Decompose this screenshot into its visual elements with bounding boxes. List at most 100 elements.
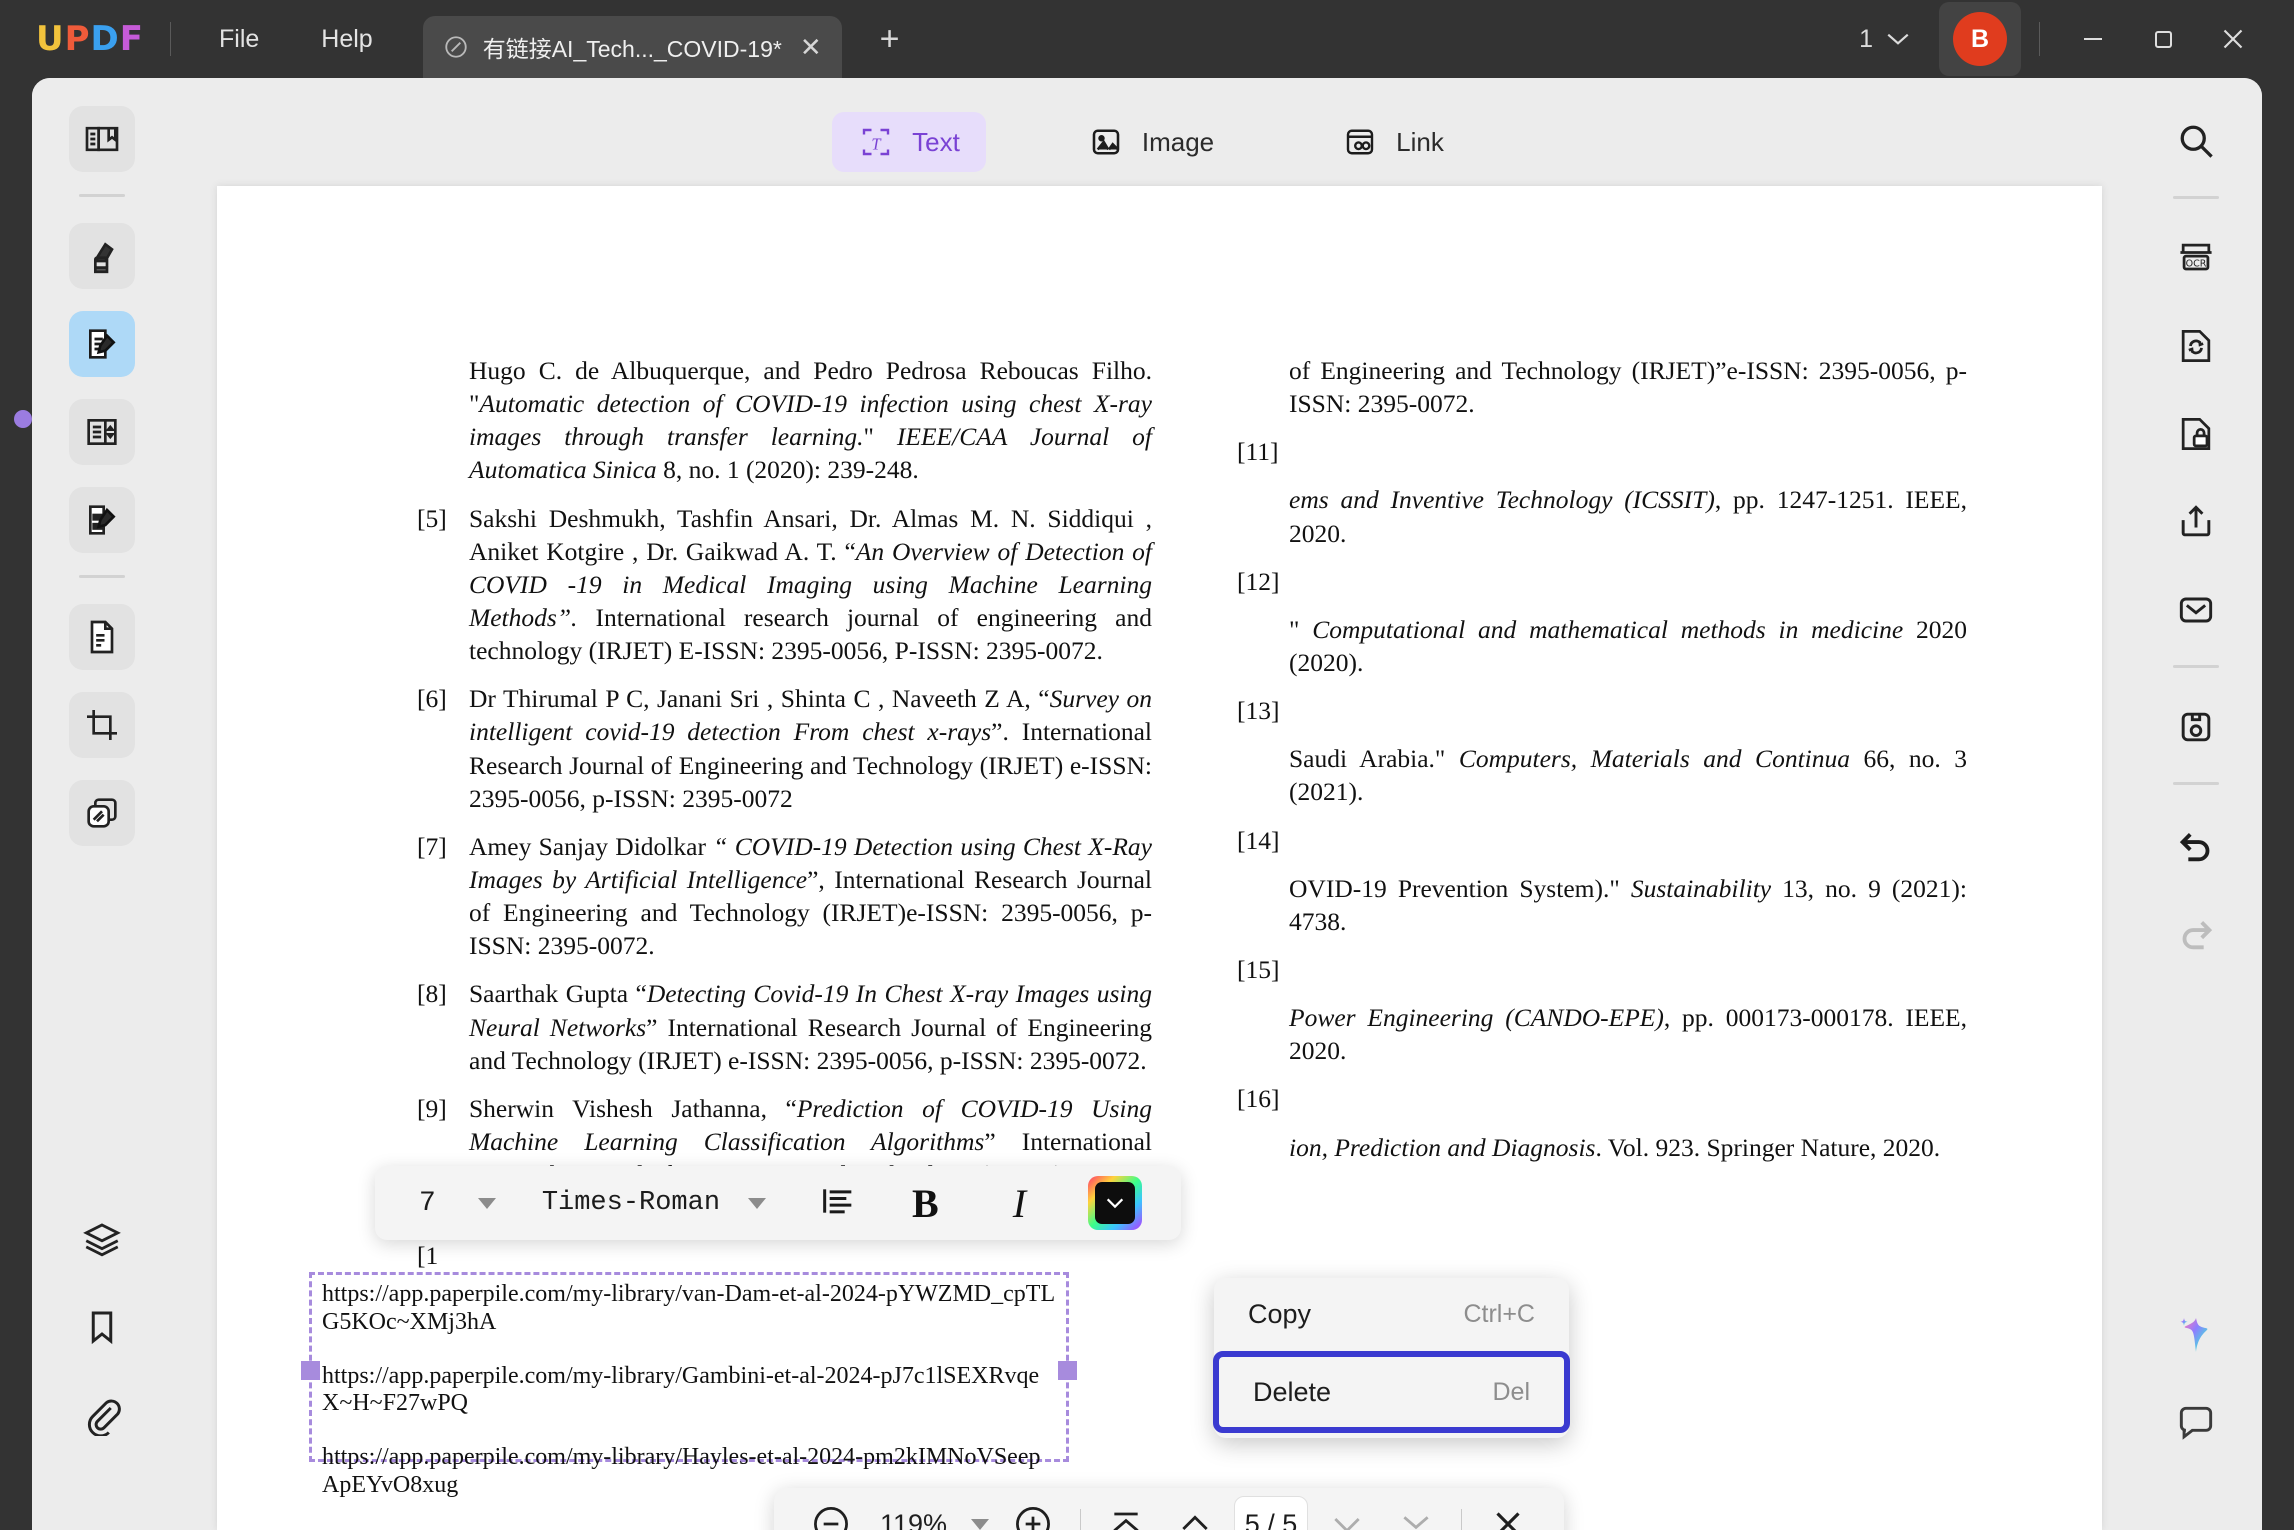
sidebar-item-organize-pages[interactable]	[32, 399, 172, 465]
reference-number: [6]	[417, 684, 447, 714]
maximize-button[interactable]	[2128, 9, 2198, 69]
text-edit-icon: T	[862, 128, 890, 156]
reference-entry[interactable]: [1	[417, 1239, 1152, 1272]
reference-entry[interactable]: [16]	[1237, 1082, 1967, 1115]
sidebar-collapse-handle[interactable]	[0, 358, 34, 478]
reference-entry[interactable]: " Computational and mathematical methods…	[1237, 613, 1967, 679]
context-menu-item-copy[interactable]: Copy Ctrl+C	[1214, 1278, 1569, 1351]
tab-close-icon[interactable]: ✕	[796, 34, 826, 60]
sidebar-item-layers[interactable]	[32, 1206, 172, 1272]
prev-page-button[interactable]	[1175, 1501, 1215, 1530]
tool-save-as[interactable]	[2130, 694, 2262, 760]
close-pager-button[interactable]	[1487, 1501, 1529, 1530]
reference-entry[interactable]: Power Engineering (CANDO-EPE), pp. 00017…	[1237, 1001, 1967, 1067]
zoom-level-label[interactable]: 119%	[880, 1509, 947, 1530]
tab-image[interactable]: Image	[1062, 112, 1240, 172]
minimize-button[interactable]	[2058, 9, 2128, 69]
reference-entry[interactable]: [11]	[1237, 435, 1967, 468]
url-line: https://app.paperpile.com/my-library/van…	[322, 1281, 1056, 1335]
sidebar-item-compare-documents[interactable]	[32, 780, 172, 846]
crop-icon	[87, 710, 117, 740]
reference-entry[interactable]: [5] Sakshi Deshmukh, Tashfin Ansari, Dr. …	[417, 502, 1152, 668]
reference-number: [16]	[1237, 1084, 1280, 1114]
sidebar-item-edit-pdf[interactable]	[32, 311, 172, 377]
sidebar-item-reader-mode[interactable]	[32, 106, 172, 172]
reference-entry[interactable]: ems and Inventive Technology (ICSSIT), p…	[1237, 483, 1967, 549]
italic-button[interactable]: I	[1013, 1180, 1026, 1227]
reference-entry[interactable]: OVID-19 Prevention System)." Sustainabil…	[1237, 872, 1967, 938]
tool-convert[interactable]	[2130, 313, 2262, 379]
reference-entry[interactable]: [7] Amey Sanjay Didolkar “ COVID-19 Detec…	[417, 830, 1152, 963]
tool-share[interactable]	[2130, 489, 2262, 555]
sidebar-item-attachments[interactable]	[32, 1382, 172, 1448]
align-left-icon	[823, 1188, 852, 1213]
reference-text	[1289, 953, 1967, 986]
next-page-button[interactable]	[1327, 1501, 1367, 1530]
zoom-in-button[interactable]	[1011, 1501, 1055, 1530]
menu-file[interactable]: File	[197, 17, 281, 62]
reference-text: Sakshi Deshmukh, Tashfin Ansari, Dr. Alm…	[469, 503, 1152, 666]
bold-button[interactable]: B	[912, 1180, 939, 1227]
undo-icon	[2179, 833, 2210, 862]
window-count-dropdown[interactable]: 1	[1845, 17, 1925, 62]
tool-search[interactable]	[2130, 108, 2262, 174]
reference-entry[interactable]: [15]	[1237, 953, 1967, 986]
sidebar-item-prepare-form[interactable]	[32, 604, 172, 670]
titlebar-divider-2	[2039, 22, 2040, 56]
page-organize-icon	[87, 419, 117, 445]
reference-entry[interactable]: [12]	[1237, 565, 1967, 598]
tool-email[interactable]	[2130, 577, 2262, 643]
prev-page-icon	[1181, 1515, 1208, 1530]
reference-number: [13]	[1237, 696, 1280, 726]
compare-pages-icon	[87, 798, 117, 828]
tool-redo[interactable]	[2130, 899, 2262, 965]
tool-undo[interactable]	[2130, 811, 2262, 877]
color-picker-button[interactable]	[1088, 1176, 1143, 1230]
page-indicator[interactable]: 5 / 5	[1233, 1496, 1309, 1530]
font-size-value[interactable]: 7	[419, 1188, 436, 1219]
reference-entry[interactable]: Saudi Arabia." Computers, Materials and …	[1237, 742, 1967, 808]
align-left-button[interactable]	[818, 1181, 858, 1226]
reference-text	[1289, 435, 1967, 468]
reference-text	[1289, 694, 1967, 727]
reference-entry[interactable]: [8] Saarthak Gupta “Detecting Covid-19 In…	[417, 977, 1152, 1076]
resize-handle-right[interactable]	[1058, 1361, 1077, 1380]
font-size-caret-icon[interactable]	[477, 1197, 496, 1209]
zoom-caret-icon[interactable]	[971, 1518, 990, 1530]
document-tab[interactable]: 有链接AI_Tech..._COVID-19* ✕	[422, 16, 842, 78]
selected-text-box[interactable]: https://app.paperpile.com/my-library/van…	[301, 1272, 1077, 1498]
sidebar-item-annotate-highlight[interactable]	[32, 223, 172, 289]
reference-entry[interactable]: [6] Dr Thirumal P C, Janani Sri , Shinta …	[417, 682, 1152, 815]
reference-entry[interactable]: ion, Prediction and Diagnosis. Vol. 923.…	[1237, 1131, 1967, 1164]
last-page-button[interactable]	[1396, 1501, 1436, 1530]
font-family-value[interactable]: Times-Roman	[542, 1188, 720, 1218]
resize-handle-left[interactable]	[301, 1361, 320, 1380]
tool-protect[interactable]	[2130, 401, 2262, 467]
sidebar-item-fill-and-sign[interactable]	[32, 487, 172, 553]
close-window-button[interactable]	[2198, 9, 2268, 69]
tool-ocr[interactable]: OCR	[2130, 225, 2262, 291]
sidebar-item-crop-page[interactable]	[32, 692, 172, 758]
sidebar-item-bookmarks[interactable]	[32, 1294, 172, 1360]
new-tab-button[interactable]: +	[868, 20, 912, 59]
account-button[interactable]: B	[1939, 2, 2021, 76]
first-page-button[interactable]	[1106, 1501, 1146, 1530]
reference-entry[interactable]: of Engineering and Technology (IRJET)”e-…	[1237, 354, 1967, 420]
tab-link[interactable]: Link	[1316, 112, 1470, 172]
reference-entry[interactable]: [13]	[1237, 694, 1967, 727]
document-column-right: of Engineering and Technology (IRJET)”e-…	[1237, 354, 1967, 1179]
tab-text-label: Text	[912, 126, 960, 157]
image-icon	[1092, 129, 1120, 155]
share-icon	[2181, 505, 2211, 537]
zoom-out-button[interactable]	[809, 1501, 853, 1530]
menu-help[interactable]: Help	[299, 17, 394, 62]
context-menu-item-delete[interactable]: Delete Del	[1213, 1351, 1570, 1433]
reference-entry[interactable]: Hugo C. de Albuquerque, and Pedro Pedros…	[417, 354, 1152, 487]
ai-sparkle-icon	[2180, 1318, 2208, 1352]
reference-number: [12]	[1237, 566, 1280, 596]
reference-entry[interactable]: [14]	[1237, 824, 1967, 857]
font-family-caret-icon[interactable]	[748, 1197, 767, 1209]
tool-comments[interactable]	[2130, 1390, 2262, 1456]
tab-text[interactable]: T Text	[832, 112, 986, 172]
tool-ai-assistant[interactable]	[2130, 1302, 2262, 1368]
